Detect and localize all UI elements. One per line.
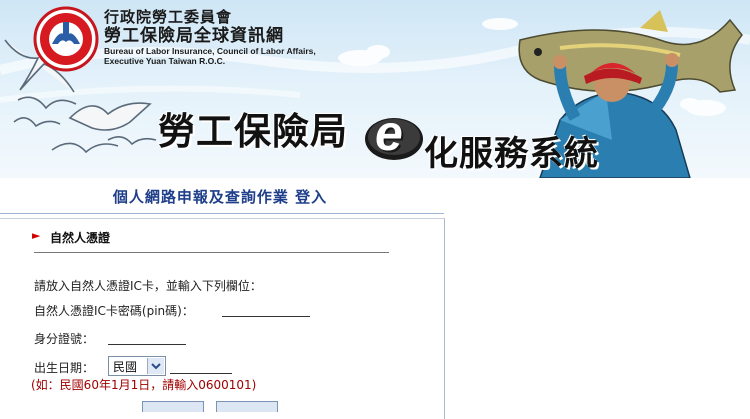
birth-date-hint: (如：民國60年1月1日，請輸入0600101) — [31, 378, 257, 392]
chevron-down-icon[interactable] — [147, 358, 164, 374]
org-english-name: Bureau of Labor Insurance, Council of La… — [104, 46, 316, 66]
era-selected-value: 民國 — [113, 360, 138, 374]
birth-date-input[interactable] — [170, 359, 232, 374]
triangle-right-icon: ► — [32, 229, 41, 242]
pin-label: 自然人憑證IC卡密碼(pin碼)： — [34, 304, 194, 318]
header-banner: 行政院勞工委員會 勞工保險局全球資訊網 Bureau of Labor Insu… — [0, 0, 750, 178]
section-title: 自然人憑證 — [50, 231, 111, 245]
section-divider — [34, 252, 389, 253]
bureau-seal-logo — [33, 6, 99, 72]
system-title-left: 勞工保險局 — [158, 109, 348, 153]
reset-button[interactable] — [216, 401, 278, 412]
system-title-right: 化服務系統 — [424, 134, 599, 174]
submit-button[interactable] — [142, 401, 204, 412]
system-title-e: e — [375, 105, 403, 161]
instruction-text: 請放入自然人憑證IC卡，並輸入下列欄位： — [34, 279, 262, 293]
org-line1: 行政院勞工委員會 — [104, 8, 233, 26]
org-line2: 勞工保險局全球資訊網 — [104, 26, 284, 46]
pin-input[interactable] — [222, 302, 310, 317]
birth-date-label: 出生日期： — [34, 361, 95, 375]
organization-name-block: 行政院勞工委員會 勞工保險局全球資訊網 Bureau of Labor Insu… — [104, 8, 324, 67]
id-number-label: 身分證號： — [34, 332, 95, 346]
id-number-input[interactable] — [108, 330, 186, 345]
era-select[interactable]: 民國 — [108, 356, 166, 376]
title-divider — [0, 213, 444, 214]
page-title: 個人網路申報及查詢作業 登入 — [112, 188, 328, 206]
